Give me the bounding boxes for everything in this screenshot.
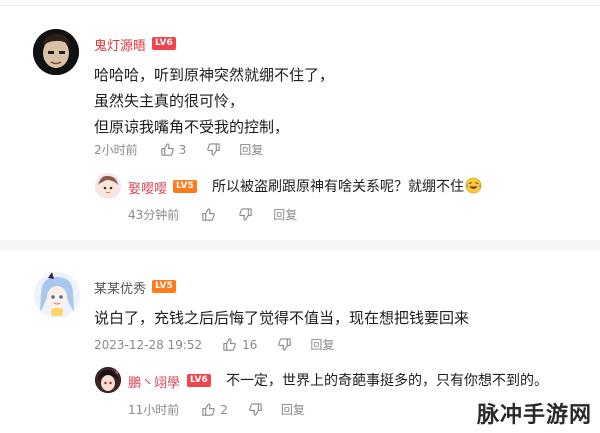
reply-text: 不一定，世界上的奇葩事挺多的，只有你想不到的。 bbox=[226, 373, 548, 389]
like-count: 2 bbox=[220, 402, 228, 417]
comment-time: 2023-12-28 19:52 bbox=[94, 337, 203, 352]
dislike-button[interactable] bbox=[206, 142, 221, 157]
thumbs-up-icon bbox=[201, 207, 216, 222]
like-count: 3 bbox=[178, 142, 187, 157]
dislike-button[interactable] bbox=[248, 402, 263, 417]
laughing-emoji-icon bbox=[465, 177, 482, 198]
avatar[interactable] bbox=[33, 29, 79, 75]
level-badge: LV5 bbox=[152, 280, 176, 293]
thumbs-down-icon bbox=[277, 337, 292, 352]
top-divider bbox=[0, 0, 600, 6]
reply-text-content: 所以被盗刷跟原神有啥关系呢？就绷不住 bbox=[212, 179, 464, 195]
comment-text-line: 说白了，充钱之后后悔了觉得不值当，现在想把钱要回来 bbox=[94, 309, 470, 327]
comment-time: 2小时前 bbox=[94, 143, 138, 157]
reply-button[interactable]: 回复 bbox=[310, 336, 334, 353]
thumbs-up-icon bbox=[201, 402, 216, 417]
dislike-button[interactable] bbox=[277, 337, 292, 352]
reply-text: 所以被盗刷跟原神有啥关系呢？就绷不住 bbox=[212, 176, 482, 198]
avatar[interactable] bbox=[34, 272, 80, 318]
comment-divider bbox=[0, 240, 600, 250]
thumbs-up-icon bbox=[160, 142, 175, 157]
comment-text-line: 虽然失主真的很可怜， bbox=[94, 92, 245, 110]
reply-meta: 43分钟前 回复 bbox=[128, 206, 297, 223]
thumbs-down-icon bbox=[238, 207, 253, 222]
reply-time: 43分钟前 bbox=[128, 208, 180, 222]
reply-button[interactable]: 回复 bbox=[281, 401, 305, 418]
avatar[interactable] bbox=[95, 173, 121, 199]
comment-text-line: 哈哈哈，听到原神突然就绷不住了， bbox=[94, 66, 335, 84]
reply-time: 11小时前 bbox=[128, 403, 180, 417]
reply-meta: 11小时前 2 回复 bbox=[128, 401, 305, 418]
level-badge: LV6 bbox=[152, 37, 176, 50]
reply-username[interactable]: 娶嘤嘤 bbox=[128, 178, 167, 197]
avatar[interactable] bbox=[95, 367, 121, 393]
reply-username[interactable]: 鵬丶翊學 bbox=[128, 372, 180, 391]
comment-username[interactable]: 鬼灯源晤 bbox=[94, 35, 146, 54]
comment-text-line: 但原谅我嘴角不受我的控制， bbox=[94, 118, 290, 136]
thumbs-up-icon bbox=[222, 337, 237, 352]
reply-button[interactable]: 回复 bbox=[239, 141, 263, 158]
reply-button[interactable]: 回复 bbox=[273, 206, 297, 223]
watermark: 脉冲手游网 bbox=[476, 403, 592, 428]
like-button[interactable]: 3 bbox=[160, 142, 187, 157]
like-count: 16 bbox=[242, 337, 258, 352]
like-button[interactable] bbox=[201, 207, 216, 222]
thumbs-down-icon bbox=[206, 142, 221, 157]
like-button[interactable]: 2 bbox=[201, 402, 228, 417]
thumbs-down-icon bbox=[248, 402, 263, 417]
comment-meta: 2023-12-28 19:52 16 回复 bbox=[94, 336, 334, 353]
comment-meta: 2小时前 3 回复 bbox=[94, 141, 263, 158]
level-badge: LV5 bbox=[173, 180, 197, 193]
like-button[interactable]: 16 bbox=[222, 337, 257, 352]
level-badge: LV6 bbox=[187, 374, 211, 387]
comment-username[interactable]: 某某优秀 bbox=[94, 278, 146, 297]
dislike-button[interactable] bbox=[238, 207, 253, 222]
